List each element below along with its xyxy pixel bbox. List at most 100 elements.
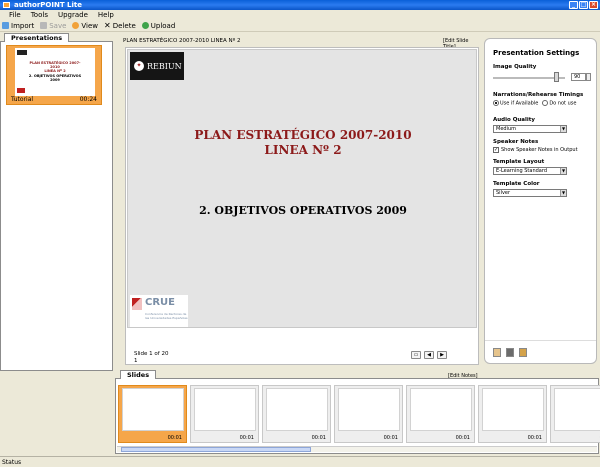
upload-label: Upload [150, 21, 176, 30]
view-button[interactable]: View [72, 22, 98, 30]
slide-thumbnail[interactable]: 00:01 [406, 385, 475, 443]
presentation-name: Tutorial [11, 96, 34, 103]
slide-thumbnail-image [410, 388, 472, 431]
upload-button[interactable]: Upload [141, 21, 176, 30]
slide-thumbnail[interactable]: 00:01 [478, 385, 547, 443]
use-if-available-radio[interactable]: Use if Available [493, 100, 538, 107]
slide-thumbnail-image [266, 388, 328, 431]
horizontal-scrollbar[interactable] [117, 446, 597, 452]
seal-icon: ✦ [134, 61, 144, 71]
slide-thumbnail[interactable]: 00:01 [262, 385, 331, 443]
slider-thumb[interactable] [554, 72, 559, 82]
status-bar: Status [0, 456, 600, 467]
slide-duration: 00:01 [527, 435, 542, 441]
next-slide-button[interactable]: ▶ [437, 351, 447, 359]
slide-subtitle: 2. OBJETIVOS OPERATIVOS 2009 [199, 204, 407, 217]
audio-quality-label: Audio Quality [493, 116, 535, 123]
maximize-button[interactable]: □ [579, 1, 588, 9]
settings-icons [493, 348, 527, 357]
slide-thumbnail-image [554, 388, 600, 431]
slide-thumbnail[interactable]: 00:01 [334, 385, 403, 443]
menu-tools[interactable]: Tools [26, 10, 53, 20]
crue-logo: CRUE Conferencia de Rectores de las Univ… [130, 295, 188, 327]
app-window: { "window": {"title": "authorPOINT Lite"… [0, 0, 600, 467]
slide-title: PLAN ESTRATÉGICO 2007-2010 LINEA Nº 2 [128, 128, 478, 158]
narrations-label: Narrations/Rehearse Timings [493, 92, 584, 98]
chevron-down-icon: ▼ [560, 189, 566, 196]
delete-label: Delete [112, 21, 136, 30]
audio-quality-select[interactable]: Medium ▼ [493, 124, 567, 133]
presentation-item[interactable]: PLAN ESTRATÉGICO 2007-2010 LINEA Nº 2 2. … [6, 45, 102, 105]
scrollbar-thumb[interactable] [121, 447, 311, 452]
slide-thumbnail-image [194, 388, 256, 431]
slide-title-line2: LINEA Nº 2 [264, 143, 342, 157]
slide-header-title: PLAN ESTRATÉGICO 2007-2010 LINEA Nº 2 [123, 38, 241, 44]
presentation-thumbnail: PLAN ESTRATÉGICO 2007-2010 LINEA Nº 2 2. … [15, 48, 95, 96]
slide-thumbnail[interactable]: 00:01 [118, 385, 187, 443]
fullscreen-button[interactable]: ▭ [411, 351, 421, 359]
slide-info: Slide 1 of 20 1 [134, 351, 168, 365]
close-button[interactable]: × [589, 1, 598, 9]
minimize-button[interactable]: _ [569, 1, 578, 9]
pen-icon[interactable] [519, 348, 527, 357]
menu-bar: File Tools Upgrade Help [0, 10, 600, 20]
import-icon [2, 22, 9, 29]
radio-empty-icon [542, 100, 549, 106]
slide-editor: PLAN ESTRATÉGICO 2007-2010 LINEA Nº 2 [E… [117, 33, 481, 379]
save-icon [40, 22, 48, 29]
import-button[interactable]: Import [2, 22, 34, 30]
menu-help[interactable]: Help [93, 10, 119, 20]
upload-icon [141, 22, 149, 29]
view-label: View [81, 21, 99, 30]
tab-slides[interactable]: Slides [120, 370, 157, 379]
slide-duration: 00:01 [167, 435, 182, 441]
user-icon[interactable] [506, 348, 514, 357]
template-color-select[interactable]: Silver ▼ [493, 188, 567, 197]
view-icon [72, 22, 80, 29]
settings-panel: Presentation Settings Image Quality 90 N… [484, 38, 597, 364]
slide-thumbnail[interactable]: 00:01 [190, 385, 259, 443]
narrations-radio-group: Use if Available Do not use [493, 100, 588, 107]
prev-slide-button[interactable]: ◀ [424, 351, 434, 359]
do-not-use-radio[interactable]: Do not use [542, 100, 576, 107]
template-color-label: Template Color [493, 180, 540, 187]
checkmark-icon: ✓ [493, 146, 499, 153]
rebiun-logo: ✦ REBIUN [130, 52, 184, 80]
template-layout-select[interactable]: E-Learning Standard ▼ [493, 166, 567, 175]
slide-canvas: ✦ REBIUN PLAN ESTRATÉGICO 2007-2010 LINE… [127, 49, 477, 328]
slide-thumbnail[interactable]: 00:01 [550, 385, 600, 443]
slide-duration: 00:01 [239, 435, 254, 441]
import-label: Import [11, 21, 35, 30]
image-quality-value[interactable]: 90 [571, 73, 586, 81]
chevron-down-icon: ▼ [560, 167, 566, 174]
window-title: authorPOINT Lite [14, 1, 83, 9]
template-layout-label: Template Layout [493, 158, 545, 165]
slides-strip: 00:01 00:01 00:01 00:01 00:01 00:01 00:01 [118, 385, 600, 443]
slide-thumbnail-image [482, 388, 544, 431]
delete-icon: ✕ [104, 21, 111, 30]
image-quality-spinner[interactable] [586, 73, 591, 81]
slide-nav: ▭ ◀ ▶ [411, 351, 447, 359]
image-quality-slider[interactable]: 90 [493, 72, 591, 82]
settings-title: Presentation Settings [493, 49, 580, 57]
presentation-duration: 00:24 [79, 96, 97, 103]
show-speaker-notes-checkbox[interactable]: ✓ Show Speaker Notes in Output [493, 146, 588, 153]
tab-presentations[interactable]: Presentations [4, 33, 70, 42]
speaker-notes-label: Speaker Notes [493, 138, 539, 145]
app-icon [3, 2, 10, 8]
save-button[interactable]: Save [40, 22, 66, 30]
slide-thumbnail-image [338, 388, 400, 431]
slide-title-line1: PLAN ESTRATÉGICO 2007-2010 [194, 128, 412, 142]
menu-file[interactable]: File [4, 10, 26, 20]
slide-counter: Slide 1 of 20 [134, 351, 169, 357]
chevron-down-icon: ▼ [560, 125, 566, 132]
image-quality-label: Image Quality [493, 64, 537, 70]
menu-upgrade[interactable]: Upgrade [53, 10, 93, 20]
slide-thumbnail-image [122, 388, 184, 431]
save-label: Save [49, 21, 67, 30]
delete-button[interactable]: ✕ Delete [104, 21, 136, 30]
slide-duration: 00:01 [455, 435, 470, 441]
title-bar: authorPOINT Lite _ □ × [0, 0, 600, 10]
slide-duration: 00:01 [311, 435, 326, 441]
book-icon[interactable] [493, 348, 501, 357]
